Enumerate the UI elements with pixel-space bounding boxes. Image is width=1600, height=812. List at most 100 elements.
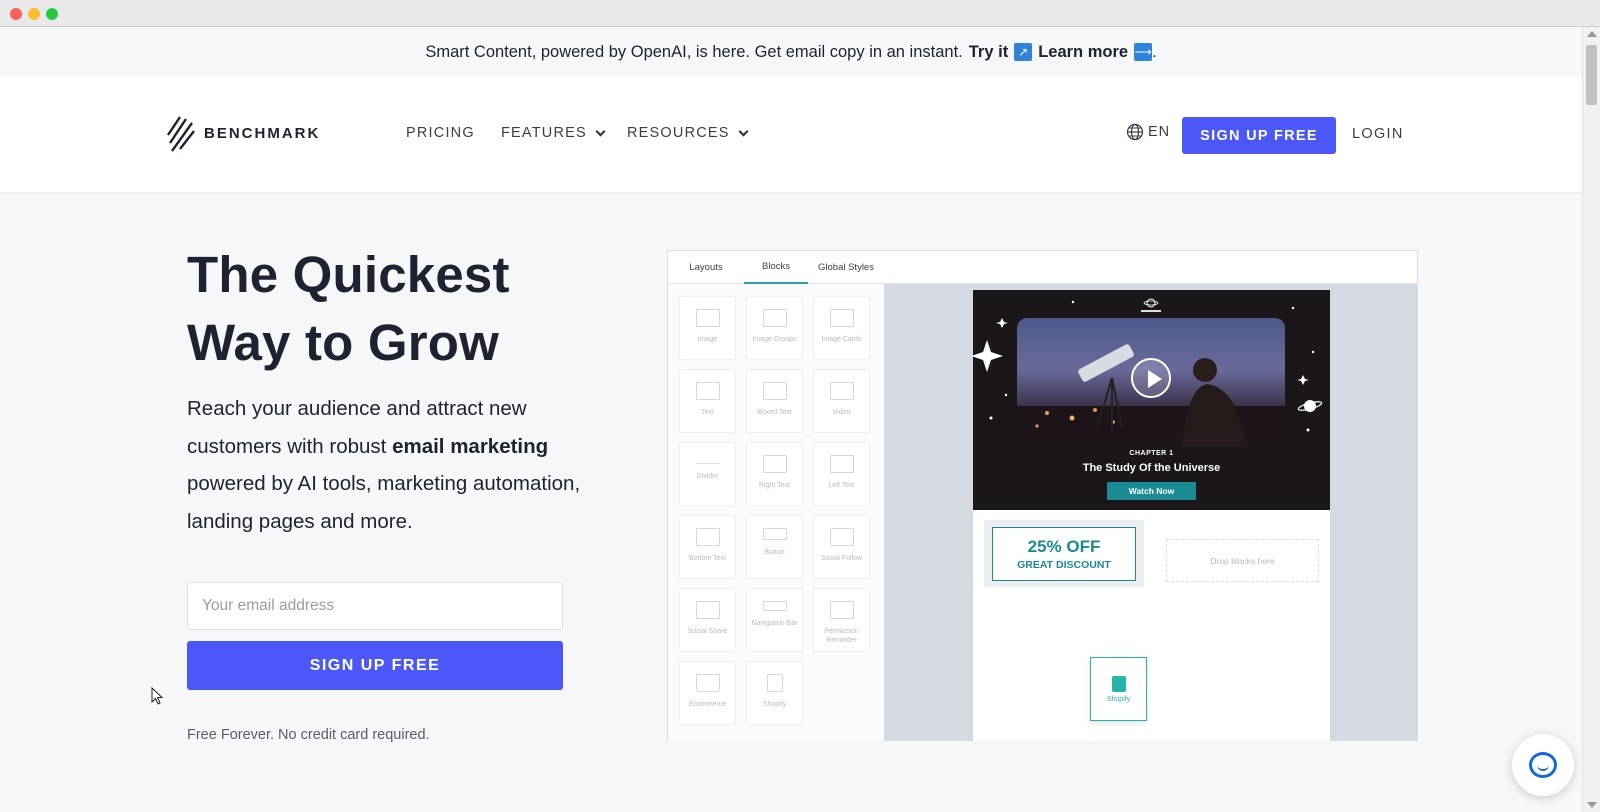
browser-titlebar [0, 0, 1600, 27]
mouse-cursor-icon [151, 687, 163, 705]
nav-pricing[interactable]: PRICING [406, 125, 475, 141]
block-left-text[interactable]: Left Text [813, 442, 870, 506]
dragged-block-label: Shopify [1106, 695, 1131, 703]
logo[interactable]: BENCHMARK [166, 113, 320, 153]
boxed-text-icon [762, 382, 787, 400]
block-bottom-text[interactable]: Bottom Text [679, 515, 736, 579]
free-forever-note: Free Forever. No credit card required. [187, 727, 430, 743]
learn-more-link[interactable]: Learn more [1038, 43, 1128, 62]
vertical-scrollbar[interactable] [1582, 27, 1600, 812]
social-follow-icon [829, 528, 854, 546]
discount-subtitle: GREAT DISCOUNT [1017, 559, 1111, 571]
block-ecommerce[interactable]: Ecommerce [679, 661, 736, 725]
block-right-text[interactable]: Right Text [746, 442, 803, 506]
arrow-up-right-icon[interactable]: ↗ [1014, 43, 1033, 61]
announcement-bar: Smart Content, powered by OpenAI, is her… [0, 27, 1582, 77]
block-button[interactable]: Button [746, 515, 803, 579]
minimize-window-button[interactable] [28, 8, 40, 20]
block-boxed-text[interactable]: Boxed Text [746, 369, 803, 433]
button-block-icon [762, 528, 787, 540]
block-image-cards[interactable]: Image Cards [813, 296, 870, 360]
shopping-cart-icon [695, 674, 720, 692]
block-navigation-bar[interactable]: Navigation Bar [746, 588, 803, 652]
permission-reminder-icon [829, 601, 854, 619]
block-video[interactable]: Video [813, 369, 870, 433]
tab-global-styles[interactable]: Global Styles [808, 251, 884, 284]
announcement-end: . [1152, 42, 1157, 61]
block-permission-reminder[interactable]: Permission Reminder [813, 588, 870, 652]
scroll-down-arrow-icon[interactable] [1587, 802, 1597, 808]
blocks-panel: Image Image Groups Image Cards Text Boxe… [668, 284, 884, 741]
language-label: EN [1148, 124, 1171, 140]
image-groups-icon [762, 309, 787, 327]
discount-percent: 25% OFF [1027, 537, 1101, 556]
block-shopify[interactable]: Shopify [746, 661, 803, 725]
navigation-bar-icon [762, 601, 787, 611]
tab-blocks[interactable]: Blocks [744, 251, 808, 284]
chevron-down-icon [595, 126, 606, 136]
email-hero-block[interactable]: CHAPTER 1 The Study Of the Universe Watc… [973, 290, 1330, 510]
close-window-button[interactable] [10, 8, 22, 20]
block-social-follow[interactable]: Social Follow [813, 515, 870, 579]
image-cards-icon [829, 309, 854, 327]
nav-features[interactable]: FEATURES [501, 125, 606, 141]
hero-subtext: Reach your audience and attract new cust… [187, 390, 597, 540]
top-navigation: BENCHMARK PRICING FEATURES RESOURCES EN … [0, 77, 1582, 193]
hero-sub-after: powered by AI tools, marketing automatio… [187, 472, 581, 533]
text-icon [695, 382, 720, 400]
shopify-bag-icon [766, 674, 783, 692]
hero-signup-button[interactable]: SIGN UP FREE [187, 641, 563, 690]
block-image-groups[interactable]: Image Groups [746, 296, 803, 360]
email-title: The Study Of the Universe [1082, 462, 1221, 474]
email-input[interactable]: Your email address [187, 582, 563, 630]
nav-features-label: FEATURES [501, 125, 587, 141]
hero-headline: The Quickest Way to Grow [187, 241, 510, 377]
block-social-share[interactable]: Social Share [679, 588, 736, 652]
email-builder-mockup: Layouts Blocks Global Styles Image Image… [667, 250, 1419, 741]
left-text-icon [829, 455, 854, 473]
builder-tabs: Layouts Blocks Global Styles [668, 251, 1419, 284]
chat-widget-button[interactable] [1512, 734, 1574, 796]
block-divider[interactable]: Divider [679, 442, 736, 506]
play-icon [1148, 370, 1162, 388]
nav-signup-button[interactable]: SIGN UP FREE [1182, 117, 1336, 154]
hero-section: The Quickest Way to Grow Reach your audi… [0, 193, 1582, 812]
email-canvas-area: CHAPTER 1 The Study Of the Universe Watc… [884, 284, 1418, 741]
block-text[interactable]: Text [679, 369, 736, 433]
logo-text: BENCHMARK [204, 124, 321, 142]
watch-now-button[interactable]: Watch Now [1107, 482, 1196, 500]
language-selector[interactable]: EN [1126, 123, 1170, 141]
scrollbar-thumb[interactable] [1586, 45, 1597, 105]
drop-zone[interactable]: Drop blocks here [1166, 539, 1319, 582]
nav-resources-label: RESOURCES [627, 125, 730, 141]
chat-bubble-icon [1529, 752, 1557, 778]
shopify-bag-icon [1111, 675, 1126, 692]
divider-icon [695, 463, 720, 464]
email-preview: CHAPTER 1 The Study Of the Universe Watc… [973, 290, 1330, 741]
discount-block[interactable]: 25% OFF GREAT DISCOUNT [984, 520, 1144, 587]
right-text-icon [762, 455, 787, 473]
tab-layouts[interactable]: Layouts [668, 251, 744, 284]
hero-headline-line1: The Quickest [187, 246, 510, 303]
bottom-text-icon [695, 528, 720, 546]
maximize-window-button[interactable] [46, 8, 58, 20]
scroll-up-arrow-icon[interactable] [1587, 31, 1597, 37]
announcement-text: Smart Content, powered by OpenAI, is her… [425, 42, 963, 61]
email-chapter-label: CHAPTER 1 [1129, 450, 1174, 457]
nav-pricing-label: PRICING [406, 125, 475, 141]
try-it-link[interactable]: Try it [969, 43, 1008, 62]
chevron-down-icon [738, 126, 749, 136]
arrow-right-icon[interactable]: ⟶ [1134, 43, 1153, 61]
social-share-icon [695, 601, 720, 619]
benchmark-logo-icon [167, 116, 195, 152]
block-image[interactable]: Image [679, 296, 736, 360]
nav-resources[interactable]: RESOURCES [627, 125, 749, 141]
dragged-shopify-block[interactable]: Shopify [1090, 657, 1147, 721]
image-icon [695, 309, 720, 327]
globe-icon [1126, 123, 1144, 141]
play-button[interactable] [1131, 358, 1171, 398]
video-thumbnail[interactable] [1017, 318, 1285, 446]
login-link[interactable]: LOGIN [1352, 126, 1404, 142]
hero-headline-line2: Way to Grow [187, 314, 499, 371]
discount-box: 25% OFF GREAT DISCOUNT [992, 527, 1136, 581]
